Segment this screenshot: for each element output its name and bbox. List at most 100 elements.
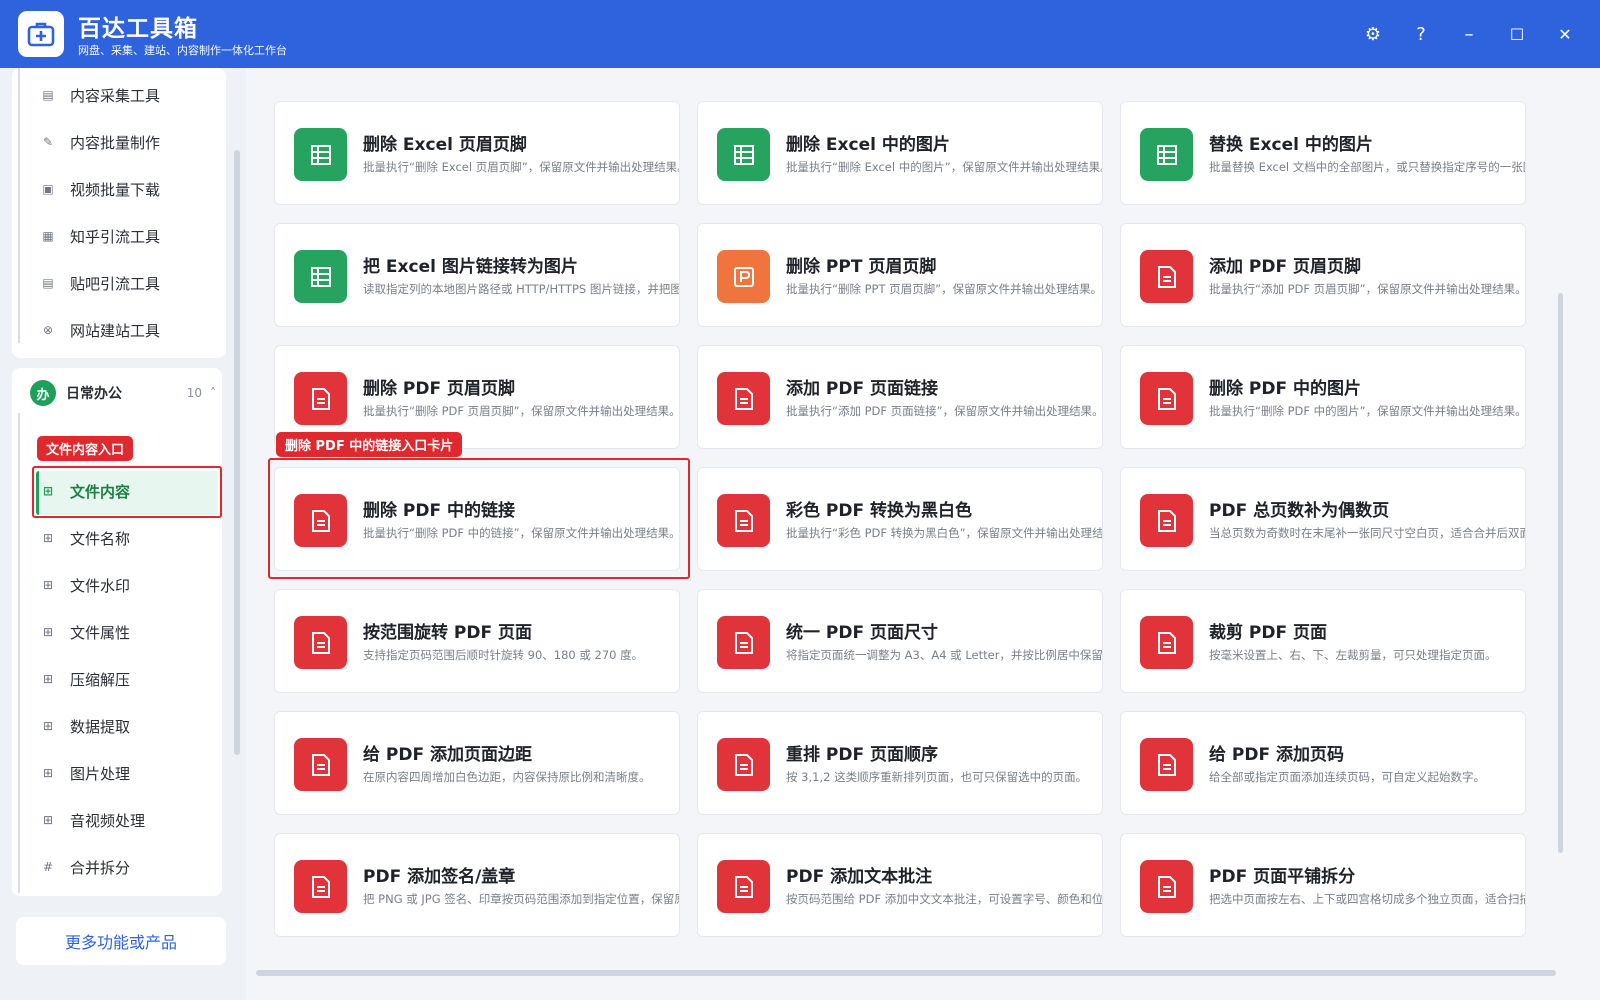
group-count: 10 bbox=[186, 386, 202, 400]
tool-card-description: 读取指定列的本地图片路径或 HTTP/HTTPS 图片链接，并把图片 bbox=[363, 282, 680, 296]
pdf-icon bbox=[1140, 860, 1193, 913]
tool-card[interactable]: 删除 PPT 页眉页脚 批量执行“删除 PPT 页眉页脚”，保留原文件并输出处理结… bbox=[697, 223, 1103, 327]
sidebar-item-video-download[interactable]: ▣ 视频批量下载 bbox=[40, 169, 160, 209]
group-name: 日常办公 bbox=[66, 386, 122, 402]
tool-card[interactable]: PDF 添加签名/盖章把 PNG 或 JPG 签名、印章按页码范围添加到指定位置… bbox=[274, 833, 680, 937]
pdf-icon bbox=[717, 738, 770, 791]
settings-gear-icon[interactable]: ⚙ bbox=[1357, 18, 1389, 50]
tool-card[interactable]: PDF 页面平铺拆分把选中页面按左右、上下或四宫格切成多个独立页面，适合扫描件和 bbox=[1120, 833, 1526, 937]
sidebar-item-batch-create[interactable]: ✎ 内容批量制作 bbox=[40, 122, 160, 162]
tool-card-description: 批量替换 Excel 文档中的全部图片，或只替换指定序号的一张图片。 bbox=[1209, 160, 1526, 174]
tool-card-description: 批量执行“添加 PDF 页面链接”，保留原文件并输出处理结果。 bbox=[786, 404, 1103, 418]
tool-card[interactable]: PDF 总页数补为偶数页当总页数为奇数时在末尾补一张同尺寸空白页，适合合并后双面… bbox=[1120, 467, 1526, 571]
tool-card-title: 把 Excel 图片链接转为图片 bbox=[363, 257, 578, 277]
pdf-icon bbox=[294, 372, 347, 425]
pdf-icon bbox=[1140, 250, 1193, 303]
tool-card-description: 将指定页面统一调整为 A3、A4 或 Letter，并按比例居中保留原 bbox=[786, 648, 1103, 662]
grid-icon: ⊞ bbox=[42, 766, 54, 780]
app-subtitle: 网盘、采集、建站、内容制作一体化工作台 bbox=[78, 44, 287, 57]
tool-card[interactable]: 删除 PDF 中的链接 批量执行“删除 PDF 中的链接”，保留原文件并输出处理结… bbox=[274, 467, 680, 571]
office-badge-icon: 办 bbox=[30, 380, 56, 406]
sidebar-item-file-properties[interactable]: ⊞ 文件属性 bbox=[40, 612, 130, 652]
sidebar-item-merge-split[interactable]: # 合并拆分 bbox=[40, 847, 130, 887]
tool-card[interactable]: 添加 PDF 页眉页脚批量执行“添加 PDF 页眉页脚”，保留原文件并输出处理结… bbox=[1120, 223, 1526, 327]
pdf-icon bbox=[294, 616, 347, 669]
tool-card-description: 批量执行“添加 PDF 页眉页脚”，保留原文件并输出处理结果。 bbox=[1209, 282, 1526, 296]
pdf-icon bbox=[717, 372, 770, 425]
pen-icon: ✎ bbox=[42, 135, 54, 149]
tool-card-description: 支持指定页码范围后顺时针旋转 90、180 或 270 度。 bbox=[363, 648, 644, 662]
tool-card-title: 添加 PDF 页面链接 bbox=[786, 379, 939, 399]
tool-card-title: 添加 PDF 页眉页脚 bbox=[1209, 257, 1362, 277]
sidebar-item-file-content[interactable]: ⊞ 文件内容 bbox=[40, 471, 130, 511]
sidebar-item-image[interactable]: ⊞ 图片处理 bbox=[40, 753, 130, 793]
tool-card[interactable]: 统一 PDF 页面尺寸 将指定页面统一调整为 A3、A4 或 Letter，并按比… bbox=[697, 589, 1103, 693]
grid-icon: ⊞ bbox=[42, 531, 54, 545]
tool-card[interactable]: 替换 Excel 中的图片批量替换 Excel 文档中的全部图片，或只替换指定序… bbox=[1120, 101, 1526, 205]
tool-card[interactable]: 按范围旋转 PDF 页面 支持指定页码范围后顺时针旋转 90、180 或 270 … bbox=[274, 589, 680, 693]
tool-card-title: PDF 页面平铺拆分 bbox=[1209, 867, 1356, 887]
sidebar-item-zhihu[interactable]: ▦ 知乎引流工具 bbox=[40, 216, 160, 256]
tool-card-title: 替换 Excel 中的图片 bbox=[1209, 135, 1373, 155]
tool-card-title: PDF 添加签名/盖章 bbox=[363, 867, 516, 887]
excel-icon bbox=[294, 250, 347, 303]
chevron-up-icon[interactable]: ˄ bbox=[210, 386, 216, 400]
sidebar-item-file-name[interactable]: ⊞ 文件名称 bbox=[40, 518, 130, 558]
sidebar-item-website[interactable]: ⊗ 网站建站工具 bbox=[40, 310, 160, 350]
tool-card-description: 按毫米设置上、右、下、左裁剪量，可只处理指定页面。 bbox=[1209, 648, 1497, 662]
pdf-icon bbox=[294, 860, 347, 913]
tool-card-description: 批量执行“删除 PDF 中的图片”，保留原文件并输出处理结果。 bbox=[1209, 404, 1526, 418]
help-icon[interactable]: ? bbox=[1405, 18, 1437, 50]
tool-card-title: 删除 Excel 页眉页脚 bbox=[363, 135, 527, 155]
tool-card[interactable]: 把 Excel 图片链接转为图片读取指定列的本地图片路径或 HTTP/HTTPS… bbox=[274, 223, 680, 327]
tool-card-title: 删除 PDF 中的图片 bbox=[1209, 379, 1362, 399]
tool-card-description: 批量执行“删除 PDF 页眉页脚”，保留原文件并输出处理结果。 bbox=[363, 404, 680, 418]
tool-card[interactable]: 删除 PDF 中的图片批量执行“删除 PDF 中的图片”，保留原文件并输出处理结… bbox=[1120, 345, 1526, 449]
tool-card[interactable]: PDF 添加文本批注按页码范围给 PDF 添加中文文本批注，可设置字号、颜色和位… bbox=[697, 833, 1103, 937]
pdf-icon bbox=[717, 494, 770, 547]
tool-card[interactable]: 给 PDF 添加页面边距 在原内容四周增加白色边距，内容保持原比例和清晰度。 bbox=[274, 711, 680, 815]
grid-icon: ⊞ bbox=[42, 719, 54, 733]
more-products-button[interactable]: 更多功能或产品 bbox=[16, 917, 226, 965]
pdf-icon bbox=[1140, 738, 1193, 791]
tool-card-title: PDF 总页数补为偶数页 bbox=[1209, 501, 1390, 521]
pdf-icon bbox=[1140, 372, 1193, 425]
grid-icon: ⊞ bbox=[42, 813, 54, 827]
tool-card[interactable]: 裁剪 PDF 页面 按毫米设置上、右、下、左裁剪量，可只处理指定页面。 bbox=[1120, 589, 1526, 693]
close-icon[interactable]: ✕ bbox=[1549, 18, 1581, 50]
grid-icon: ⊞ bbox=[42, 578, 54, 592]
pdf-icon bbox=[294, 494, 347, 547]
sidebar-tree-rail bbox=[18, 68, 20, 343]
tool-card-title: 删除 PPT 页眉页脚 bbox=[786, 257, 937, 277]
tool-card-description: 批量执行“删除 Excel 页眉页脚”，保留原文件并输出处理结果。 bbox=[363, 160, 680, 174]
tool-card[interactable]: 给 PDF 添加页码 给全部或指定页面添加连续页码，可自定义起始数字。 bbox=[1120, 711, 1526, 815]
tool-card-description: 把选中页面按左右、上下或四宫格切成多个独立页面，适合扫描件和 bbox=[1209, 892, 1526, 906]
sidebar-item-data-extract[interactable]: ⊞ 数据提取 bbox=[40, 706, 130, 746]
collect-icon: ▤ bbox=[42, 88, 54, 102]
sidebar-item-compress[interactable]: ⊞ 压缩解压 bbox=[40, 659, 130, 699]
tool-card-description: 当总页数为奇数时在末尾补一张同尺寸空白页，适合合并后双面打印 bbox=[1209, 526, 1526, 540]
tool-card-title: PDF 添加文本批注 bbox=[786, 867, 933, 887]
maximize-icon[interactable]: ☐ bbox=[1501, 18, 1533, 50]
main-horizontal-scrollbar[interactable] bbox=[256, 970, 1556, 976]
file-content-entry-tag: 文件内容入口 bbox=[37, 436, 134, 461]
grid-icon: ⊞ bbox=[42, 484, 54, 498]
tool-card[interactable]: 添加 PDF 页面链接批量执行“添加 PDF 页面链接”，保留原文件并输出处理结… bbox=[697, 345, 1103, 449]
tool-card-title: 给 PDF 添加页面边距 bbox=[363, 745, 533, 765]
sidebar-item-file-watermark[interactable]: ⊞ 文件水印 bbox=[40, 565, 130, 605]
tool-card[interactable]: 重排 PDF 页面顺序按 3,1,2 这类顺序重新排列页面，也可只保留选中的页面… bbox=[697, 711, 1103, 815]
tool-card-grid: 删除 Excel 页眉页脚批量执行“删除 Excel 页眉页脚”，保留原文件并输… bbox=[246, 68, 1600, 1000]
tool-card[interactable]: 删除 Excel 页眉页脚批量执行“删除 Excel 页眉页脚”，保留原文件并输… bbox=[274, 101, 680, 205]
delete-pdf-links-entry-tag: 删除 PDF 中的链接入口卡片 bbox=[276, 432, 463, 457]
minimize-icon[interactable]: – bbox=[1453, 18, 1485, 50]
sidebar-scrollbar[interactable] bbox=[234, 150, 240, 755]
sidebar-item-tieba[interactable]: ▤ 贴吧引流工具 bbox=[40, 263, 160, 303]
tool-card[interactable]: 彩色 PDF 转换为黑白色 批量执行“彩色 PDF 转换为黑白色”，保留原文件并输… bbox=[697, 467, 1103, 571]
sidebar-item-av[interactable]: ⊞ 音视频处理 bbox=[40, 800, 145, 840]
sidebar-item-content-collect[interactable]: ▤ 内容采集工具 bbox=[40, 75, 160, 115]
excel-icon bbox=[294, 128, 347, 181]
tool-card-description: 按页码范围给 PDF 添加中文文本批注，可设置字号、颜色和位置 bbox=[786, 892, 1103, 906]
group-header-daily-office[interactable]: 办 日常办公 10 ˄ bbox=[18, 373, 222, 413]
main-vertical-scrollbar[interactable] bbox=[1558, 293, 1563, 853]
tool-card[interactable]: 删除 Excel 中的图片 批量执行“删除 Excel 中的图片”，保留原文件并输… bbox=[697, 101, 1103, 205]
